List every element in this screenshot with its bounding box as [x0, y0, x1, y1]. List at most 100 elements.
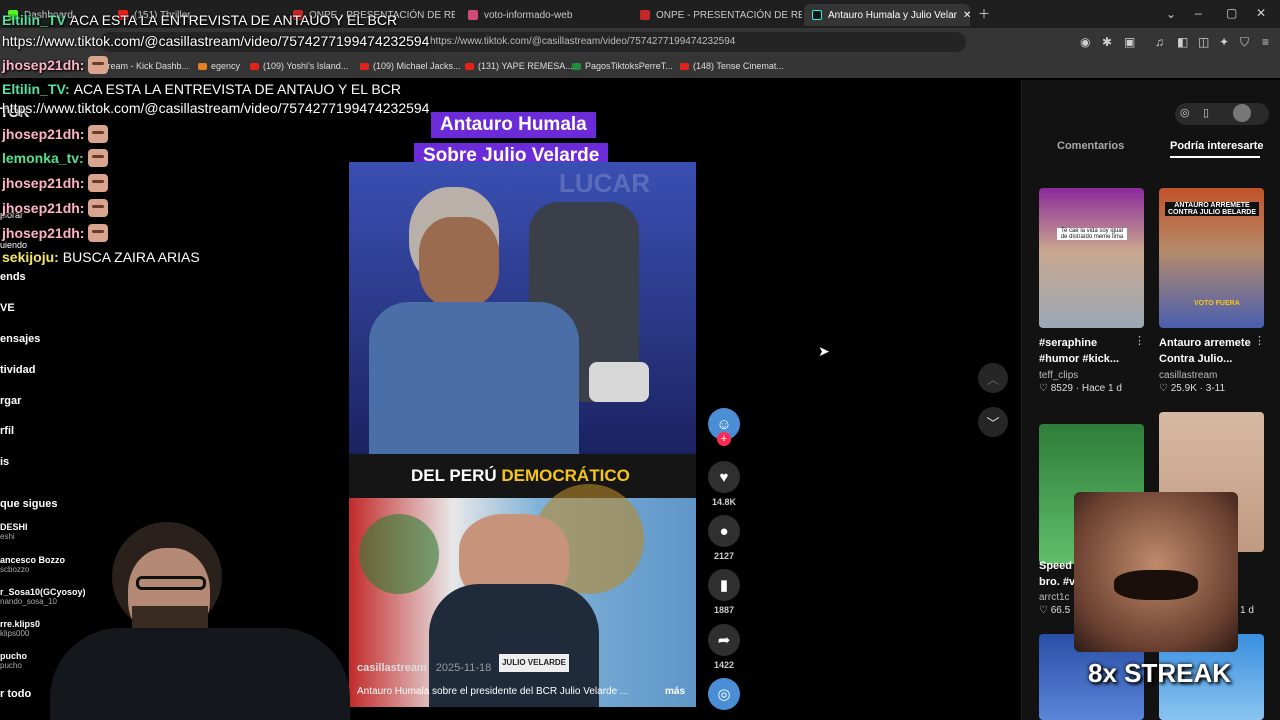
peru-coat-of-arms: [359, 514, 439, 594]
sidebar-icon[interactable]: ◧: [1177, 35, 1188, 49]
tab-voto-informado[interactable]: voto-informado-web: [460, 4, 630, 26]
following-item[interactable]: rre.klips0 klips000: [0, 619, 40, 638]
recommended-stats: ♡ 8529 · Hace 1 d: [1039, 383, 1122, 394]
nav-mas[interactable]: is: [0, 456, 9, 468]
streamer-shirt: [50, 628, 350, 720]
tab-tiktok-active[interactable]: Antauro Humala y Julio Velar ✕: [804, 4, 970, 26]
chevron-down-icon: ﹀: [986, 415, 1000, 431]
youtube-icon: [680, 62, 689, 70]
chevron-up-icon: ︿: [986, 371, 1000, 387]
recommended-author[interactable]: arrct1c: [1039, 592, 1070, 603]
save-button[interactable]: ▮ 1887: [708, 569, 740, 615]
chat-text: ACA ESTA LA ENTREVISTA DE ANTAUO Y EL BC…: [73, 81, 401, 97]
bookmark-yoshi[interactable]: (109) Yoshi's Island...: [250, 61, 348, 71]
like-button[interactable]: ♥ 14.8K: [708, 461, 740, 507]
vpn-icon[interactable]: ◫: [1198, 35, 1209, 49]
banner-text: DEL PERÚ DEMOCRÁTICO: [411, 466, 630, 485]
chat-emote-icon: [88, 125, 109, 143]
presenter-face: [419, 217, 499, 307]
puzzle-icon[interactable]: ✱: [1102, 35, 1112, 49]
shield-icon[interactable]: ⛉: [1240, 35, 1249, 49]
tab-comments[interactable]: Comentarios: [1057, 140, 1124, 152]
more-link[interactable]: más: [665, 686, 685, 697]
window-close-icon[interactable]: ✕: [1256, 6, 1266, 20]
youtube-icon: [465, 62, 474, 70]
follow-plus-icon[interactable]: +: [717, 432, 731, 446]
mouse-cursor-icon: ➤: [818, 343, 830, 359]
nav-friends[interactable]: ends: [0, 271, 26, 283]
see-all-link[interactable]: r todo: [0, 688, 31, 700]
comment-button[interactable]: ● 2127: [708, 515, 740, 561]
leo-icon[interactable]: ✦: [1219, 35, 1229, 49]
bookmark-kick[interactable]: tream - Kick Dashb...: [105, 61, 189, 71]
following-item[interactable]: pucho pucho: [0, 651, 27, 670]
chat-username: Eltilin_TV:: [2, 81, 70, 97]
bookmarks-bar: tream - Kick Dashb... egency (109) Yoshi…: [0, 56, 1280, 78]
nav-cargar[interactable]: rgar: [0, 395, 21, 407]
thumbnail-caption: Te cae la vida soy igual de distraído me…: [1057, 228, 1127, 240]
heart-icon: ♥: [708, 461, 740, 493]
nav-mensajes[interactable]: ensajes: [0, 333, 40, 345]
recommended-thumbnail[interactable]: ANTAURO ARREMETE CONTRA JULIO BELARDE VO…: [1159, 188, 1264, 328]
nav-live[interactable]: VE: [0, 302, 15, 314]
channel-watermark: LUCAR: [559, 168, 650, 198]
tiktok-icon: [812, 10, 822, 20]
maximize-icon[interactable]: ▢: [1226, 6, 1237, 20]
chat-username: sekijoju:: [2, 249, 59, 265]
share-arrow-icon: ➦: [708, 624, 740, 656]
nav-perfil[interactable]: rfil: [0, 425, 14, 437]
menu-icon[interactable]: ≡: [1262, 35, 1269, 49]
video-title-line1: Antauro Humala: [431, 112, 596, 138]
nav-actividad[interactable]: tividad: [0, 364, 35, 376]
following-item[interactable]: DESHI eshi: [0, 522, 28, 541]
wallet-icon[interactable]: ▣: [1124, 35, 1135, 49]
author-avatar-button[interactable]: ☺ +: [708, 408, 740, 446]
extension-icon[interactable]: ◉: [1080, 35, 1090, 49]
site-icon: [198, 62, 207, 70]
chevron-down-icon[interactable]: ⌄: [1166, 7, 1176, 21]
tab-recommended[interactable]: Podría interesarte: [1170, 140, 1264, 152]
recommended-author[interactable]: casillastream: [1159, 370, 1217, 381]
next-video-button[interactable]: ﹀: [978, 407, 1008, 437]
share-button[interactable]: ➦ 1422: [708, 624, 740, 670]
bookmark-tense[interactable]: (148) Tense Cinemat...: [680, 61, 784, 71]
close-icon[interactable]: ✕: [963, 10, 970, 21]
bookmark-pagos[interactable]: PagosTiktoksPerreT...: [572, 61, 673, 71]
autoscroll-icon[interactable]: ◎: [1180, 106, 1190, 119]
video-top-frame: LUCAR: [349, 162, 696, 462]
chat-message: lemonka_tv:: [2, 149, 108, 167]
chat-username: jhosep21dh:: [2, 175, 85, 191]
video-author[interactable]: casillastream 2025-11-18: [357, 662, 491, 674]
previous-video-button[interactable]: ︿: [978, 363, 1008, 393]
recommended-thumbnail[interactable]: Te cae la vida soy igual de distraído me…: [1039, 188, 1144, 328]
bookmark-agency[interactable]: egency: [198, 61, 240, 71]
glasses-icon: [136, 576, 206, 590]
video-player[interactable]: LUCAR DEL PERÚ DEMOCRÁTICO JULIO VELARDE…: [349, 162, 696, 707]
music-disc-button[interactable]: ◎: [708, 678, 740, 710]
chat-message: jhosep21dh:: [2, 125, 109, 143]
chat-username: jhosep21dh:: [2, 200, 85, 216]
minimize-icon[interactable]: –: [1195, 6, 1202, 20]
presenter-shirt: [369, 302, 579, 462]
tab-onpe-2[interactable]: ONPE - PRESENTACIÓN DE RESULTA: [632, 4, 802, 26]
more-options-icon[interactable]: ⋮: [1254, 334, 1265, 347]
more-options-icon[interactable]: ⋮: [1134, 334, 1145, 347]
chat-text: https://www.tiktok.com/@casillastream/vi…: [2, 100, 430, 116]
youtube-icon: [250, 62, 259, 70]
overlay-chat-line: Eltilin_TV ACA ESTA LA ENTREVISTA DE ANTA…: [2, 12, 398, 28]
chat-emote-icon: [88, 174, 109, 192]
new-tab-icon[interactable]: ＋: [978, 7, 990, 21]
thumbnail-label: VOTO FUERA: [1194, 300, 1240, 307]
chat-username: jhosep21dh:: [2, 126, 85, 142]
nameplate: JULIO VELARDE: [499, 654, 569, 672]
chat-message: jhosep21dh:: [2, 199, 109, 217]
media-icon[interactable]: ♫: [1155, 35, 1164, 49]
following-heading: que sigues: [0, 498, 58, 510]
bookmark-yape[interactable]: (131) YAPE REMESA...: [465, 61, 573, 71]
recommended-author[interactable]: teff_clips: [1039, 370, 1078, 381]
profile-avatar[interactable]: [1233, 104, 1251, 122]
bookmark-michael[interactable]: (109) Michael Jacks...: [360, 61, 461, 71]
phone-icon[interactable]: ▯: [1203, 106, 1209, 119]
heart-outline-icon: ♡: [1159, 383, 1171, 394]
chat-emote-icon: [87, 149, 108, 167]
